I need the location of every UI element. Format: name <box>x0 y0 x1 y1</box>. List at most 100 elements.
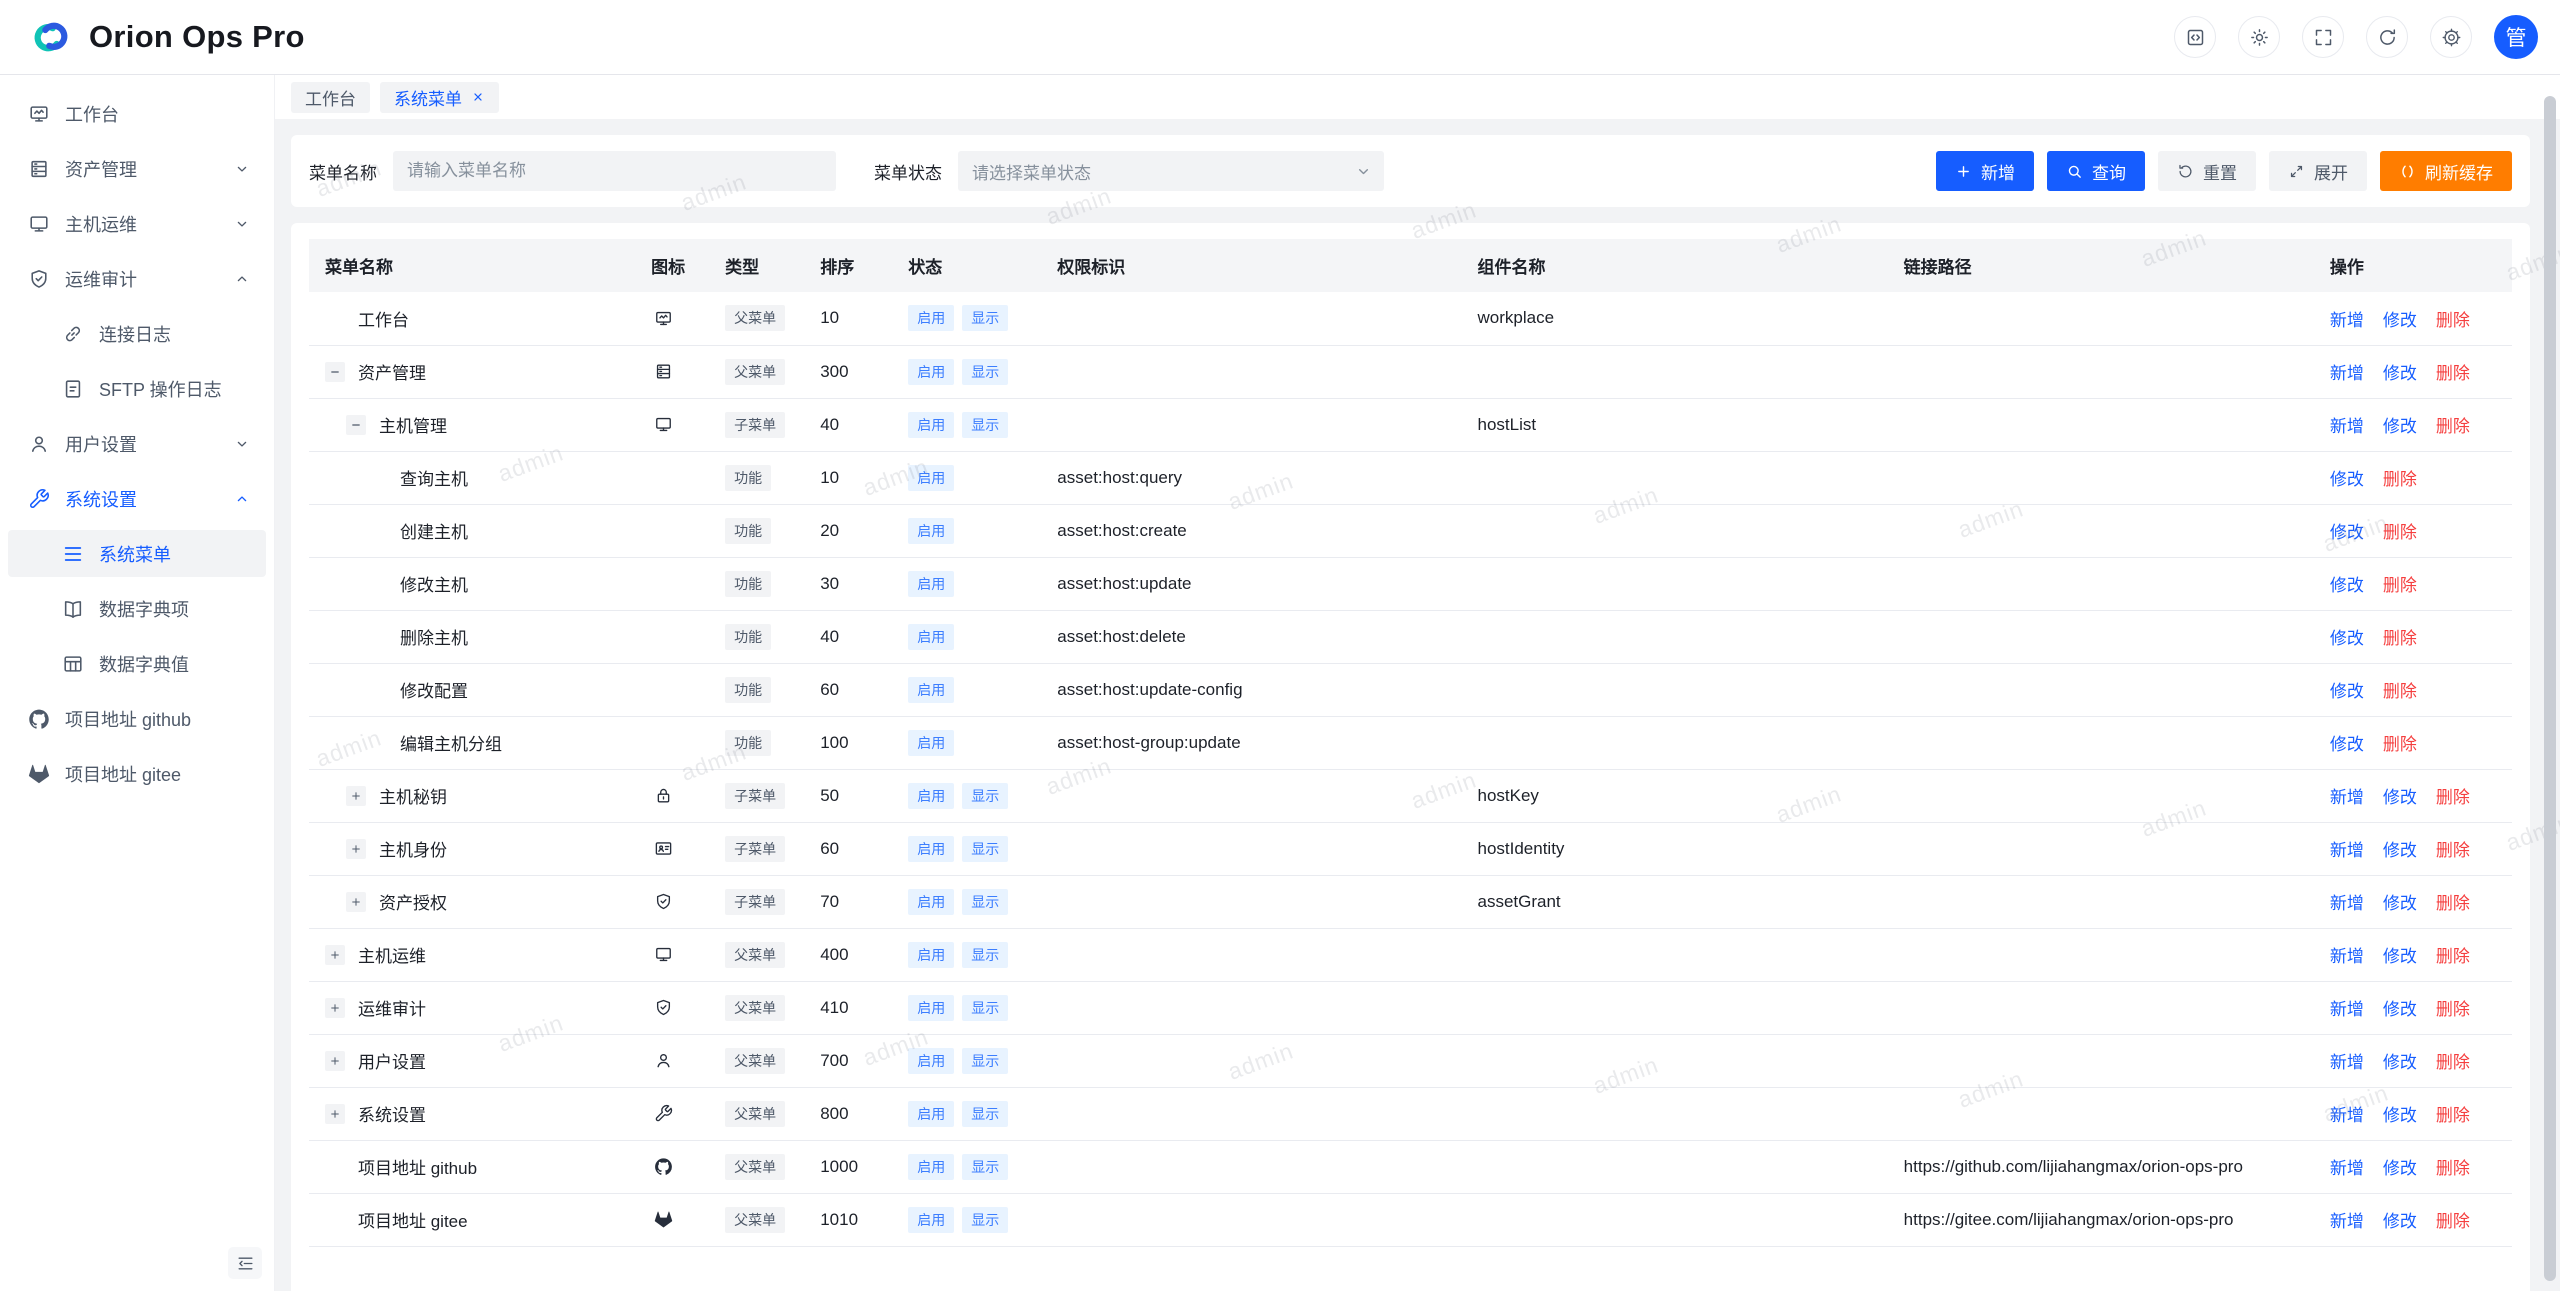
row-expander[interactable] <box>346 415 366 435</box>
row-delete-link[interactable]: 删除 <box>2436 1053 2470 1072</box>
expand-button[interactable]: 展开 <box>2269 151 2367 191</box>
row-add-link[interactable]: 新增 <box>2330 364 2364 383</box>
refresh-cache-button[interactable]: 刷新缓存 <box>2380 151 2512 191</box>
row-delete-link[interactable]: 删除 <box>2383 576 2417 595</box>
row-edit-link[interactable]: 修改 <box>2383 841 2417 860</box>
row-expander[interactable] <box>346 892 366 912</box>
sidebar-item-project-github[interactable]: 项目地址 github <box>8 695 266 742</box>
row-add-link[interactable]: 新增 <box>2330 1106 2364 1125</box>
row-delete-link[interactable]: 删除 <box>2383 523 2417 542</box>
row-add-link[interactable]: 新增 <box>2330 894 2364 913</box>
row-delete-link[interactable]: 删除 <box>2436 417 2470 436</box>
row-add-link[interactable]: 新增 <box>2330 1053 2364 1072</box>
search-button[interactable]: 查询 <box>2047 151 2145 191</box>
table-row: 修改配置 功能 60 启用 asset:host:update-config 修… <box>309 663 2512 716</box>
row-expander[interactable] <box>346 839 366 859</box>
row-edit-link[interactable]: 修改 <box>2383 417 2417 436</box>
row-delete-link[interactable]: 删除 <box>2436 841 2470 860</box>
sidebar-item-dict-keys[interactable]: 数据字典项 <box>8 585 266 632</box>
row-delete-link[interactable]: 删除 <box>2436 788 2470 807</box>
row-edit-link[interactable]: 修改 <box>2383 1159 2417 1178</box>
sidebar-item-dict-values[interactable]: 数据字典值 <box>8 640 266 687</box>
sidebar-item-connect-log[interactable]: 连接日志 <box>8 310 266 357</box>
settings-button[interactable] <box>2430 16 2472 58</box>
menu-status-select[interactable]: 请选择菜单状态 <box>958 151 1384 191</box>
row-add-link[interactable]: 新增 <box>2330 417 2364 436</box>
row-expander[interactable] <box>346 786 366 806</box>
menu-link-path <box>1888 1087 2314 1140</box>
row-add-link[interactable]: 新增 <box>2330 788 2364 807</box>
menu-sort: 70 <box>804 875 892 928</box>
row-edit-link[interactable]: 修改 <box>2383 788 2417 807</box>
sidebar-item-system-settings[interactable]: 系统设置 <box>8 475 266 522</box>
row-add-link[interactable]: 新增 <box>2330 947 2364 966</box>
sidebar-collapse-button[interactable] <box>228 1247 262 1279</box>
sidebar-item-system-menu[interactable]: 系统菜单 <box>8 530 266 577</box>
row-expander[interactable] <box>325 945 345 965</box>
sidebar-item-user-settings[interactable]: 用户设置 <box>8 420 266 467</box>
row-edit-link[interactable]: 修改 <box>2383 894 2417 913</box>
status-badge: 显示 <box>962 305 1008 331</box>
row-delete-link[interactable]: 删除 <box>2436 1159 2470 1178</box>
menu-name: 修改主机 <box>400 571 468 596</box>
row-edit-link[interactable]: 修改 <box>2330 470 2364 489</box>
status-badge: 启用 <box>908 1101 954 1127</box>
sidebar-item-asset-management[interactable]: 资产管理 <box>8 145 266 192</box>
row-delete-link[interactable]: 删除 <box>2436 1000 2470 1019</box>
row-edit-link[interactable]: 修改 <box>2330 576 2364 595</box>
row-edit-link[interactable]: 修改 <box>2383 1053 2417 1072</box>
sidebar-item-host-ops[interactable]: 主机运维 <box>8 200 266 247</box>
sidebar-item-sftp-log[interactable]: SFTP 操作日志 <box>8 365 266 412</box>
api-code-button[interactable] <box>2174 16 2216 58</box>
page-scrollbar[interactable] <box>2544 96 2556 1281</box>
row-edit-link[interactable]: 修改 <box>2330 735 2364 754</box>
row-edit-link[interactable]: 修改 <box>2383 1212 2417 1231</box>
row-expander[interactable] <box>325 998 345 1018</box>
row-edit-link[interactable]: 修改 <box>2330 629 2364 648</box>
user-avatar[interactable]: 管 <box>2494 15 2538 59</box>
row-delete-link[interactable]: 删除 <box>2436 1106 2470 1125</box>
row-delete-link[interactable]: 删除 <box>2436 311 2470 330</box>
sidebar-item-ops-audit[interactable]: 运维审计 <box>8 255 266 302</box>
row-delete-link[interactable]: 删除 <box>2383 735 2417 754</box>
sidebar-item-label: 系统设置 <box>65 486 219 512</box>
row-add-link[interactable]: 新增 <box>2330 311 2364 330</box>
row-delete-link[interactable]: 删除 <box>2383 470 2417 489</box>
row-add-link[interactable]: 新增 <box>2330 1212 2364 1231</box>
row-delete-link[interactable]: 删除 <box>2436 364 2470 383</box>
row-expander[interactable] <box>325 362 345 382</box>
row-expander[interactable] <box>325 1104 345 1124</box>
row-edit-link[interactable]: 修改 <box>2383 311 2417 330</box>
row-add-link[interactable]: 新增 <box>2330 1000 2364 1019</box>
plus-icon <box>329 1002 341 1014</box>
row-delete-link[interactable]: 删除 <box>2436 894 2470 913</box>
row-edit-link[interactable]: 修改 <box>2330 523 2364 542</box>
menu-link-path <box>1888 716 2314 769</box>
row-edit-link[interactable]: 修改 <box>2330 682 2364 701</box>
tab-system-menu[interactable]: 系统菜单 <box>380 82 499 113</box>
tab-workbench[interactable]: 工作台 <box>291 82 370 113</box>
fullscreen-button[interactable] <box>2302 16 2344 58</box>
row-add-link[interactable]: 新增 <box>2330 841 2364 860</box>
reset-button[interactable]: 重置 <box>2158 151 2256 191</box>
add-button[interactable]: 新增 <box>1936 151 2034 191</box>
reload-button[interactable] <box>2366 16 2408 58</box>
theme-button[interactable] <box>2238 16 2280 58</box>
menu-name-input[interactable] <box>393 151 836 191</box>
row-delete-link[interactable]: 删除 <box>2436 947 2470 966</box>
sidebar-item-project-gitee[interactable]: 项目地址 gitee <box>8 750 266 797</box>
row-edit-link[interactable]: 修改 <box>2383 947 2417 966</box>
menu-sort: 60 <box>804 822 892 875</box>
menu-sort: 10 <box>804 292 892 345</box>
row-delete-link[interactable]: 删除 <box>2383 682 2417 701</box>
sidebar-item-workbench[interactable]: 工作台 <box>8 90 266 137</box>
row-add-link[interactable]: 新增 <box>2330 1159 2364 1178</box>
row-expander[interactable] <box>325 1051 345 1071</box>
row-edit-link[interactable]: 修改 <box>2383 1000 2417 1019</box>
tab-close-icon[interactable] <box>471 90 485 104</box>
row-edit-link[interactable]: 修改 <box>2383 364 2417 383</box>
menu-sort: 1000 <box>804 1140 892 1193</box>
row-delete-link[interactable]: 删除 <box>2436 1212 2470 1231</box>
row-delete-link[interactable]: 删除 <box>2383 629 2417 648</box>
row-edit-link[interactable]: 修改 <box>2383 1106 2417 1125</box>
